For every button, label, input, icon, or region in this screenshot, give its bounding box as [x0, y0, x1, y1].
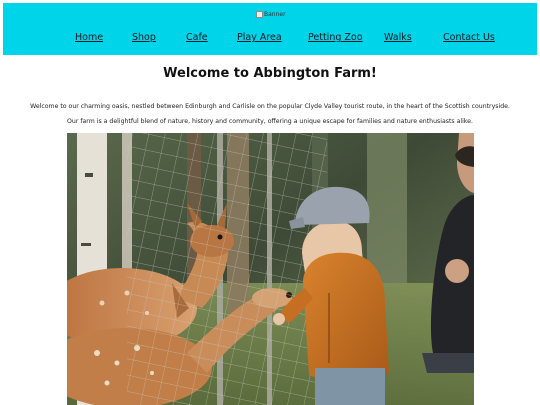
nav-contact-us[interactable]: Contact Us: [443, 32, 495, 43]
page-title: Welcome to Abbington Farm!: [163, 66, 377, 81]
header-bar: Banner Home Shop Cafe Play Area Petting …: [3, 3, 537, 55]
nav-home[interactable]: Home: [75, 32, 103, 43]
page: Banner Home Shop Cafe Play Area Petting …: [0, 0, 540, 405]
nav-cafe[interactable]: Cafe: [186, 32, 208, 43]
intro-paragraph-2: Our farm is a delightful blend of nature…: [67, 118, 473, 125]
intro-paragraph-1: Welcome to our charming oasis, nestled b…: [30, 103, 510, 110]
banner-alt-text: Banner: [264, 10, 286, 18]
nav-petting-zoo[interactable]: Petting Zoo: [308, 32, 363, 43]
nav-play-area[interactable]: Play Area: [237, 32, 282, 43]
banner-image: Banner: [256, 8, 286, 20]
broken-image-icon: [256, 10, 263, 18]
main-nav: Home Shop Cafe Play Area Petting Zoo Wal…: [3, 32, 537, 46]
hero-photo: [67, 133, 474, 405]
nav-shop[interactable]: Shop: [132, 32, 156, 43]
nav-walks[interactable]: Walks: [384, 32, 412, 43]
